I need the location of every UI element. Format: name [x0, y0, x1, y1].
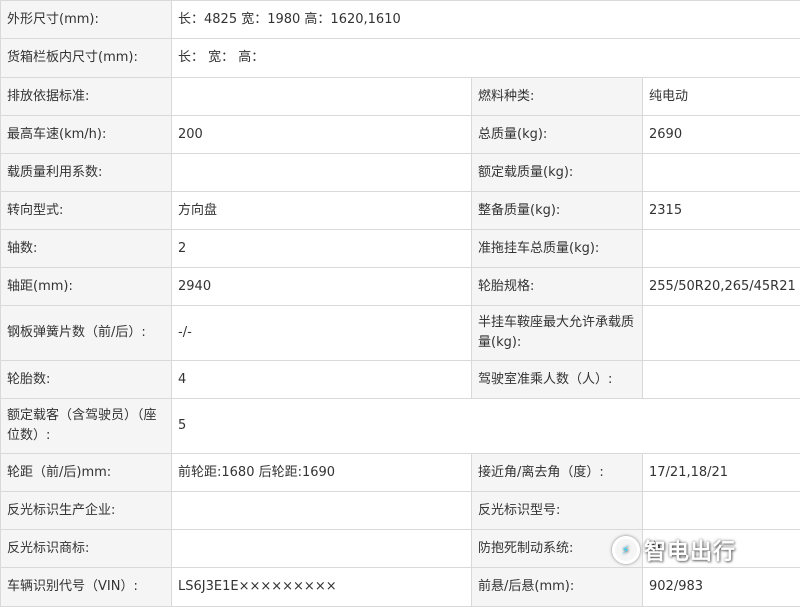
vehicle-spec-table: 外形尺寸(mm): 长：4825 宽：1980 高：1620,1610 货箱栏板…: [0, 0, 800, 607]
label-rated-load: 额定载质量(kg):: [472, 154, 643, 192]
value-curb-mass: 2315: [643, 192, 800, 230]
label-fuel-type: 燃料种类:: [472, 78, 643, 116]
label-leaf-springs: 钢板弹簧片数（前/后）:: [1, 306, 172, 361]
label-steering-type: 转向型式:: [1, 192, 172, 230]
value-saddle-load: [643, 306, 800, 361]
lightning-bolt-icon: ⚡: [612, 536, 640, 564]
value-approach-departure: 17/21,18/21: [643, 454, 800, 492]
spec-row-speed-mass: 最高车速(km/h): 200 总质量(kg): 2690: [1, 116, 800, 154]
value-track-width: 前轮距:1680 后轮距:1690: [172, 454, 472, 492]
spec-row-axles: 轴数: 2 准拖挂车总质量(kg):: [1, 230, 800, 268]
value-overhang: 902/983: [643, 568, 800, 607]
label-axle-count: 轴数:: [1, 230, 172, 268]
label-overhang: 前悬/后悬(mm):: [472, 568, 643, 607]
label-reflector-brand: 反光标识商标:: [1, 530, 172, 568]
label-reflector-model: 反光标识型号:: [472, 492, 643, 530]
value-cab-seats: [643, 361, 800, 399]
spec-row-steering: 转向型式: 方向盘 整备质量(kg): 2315: [1, 192, 800, 230]
value-tire-count: 4: [172, 361, 472, 399]
value-fuel-type: 纯电动: [643, 78, 800, 116]
value-tire-spec: 255/50R20,265/45R21: [643, 268, 800, 306]
label-total-mass: 总质量(kg):: [472, 116, 643, 154]
label-vin: 车辆识别代号（VIN）:: [1, 568, 172, 607]
watermark: ⚡ 智电出行: [612, 534, 736, 566]
value-reflector-maker: [172, 492, 472, 530]
spec-row-emission-fuel: 排放依据标准: 燃料种类: 纯电动: [1, 78, 800, 116]
label-max-speed: 最高车速(km/h):: [1, 116, 172, 154]
label-cargo-box-dimensions: 货箱栏板内尺寸(mm):: [1, 39, 172, 78]
value-reflector-model: [643, 492, 800, 530]
value-trailer-mass: [643, 230, 800, 268]
label-trailer-mass: 准拖挂车总质量(kg):: [472, 230, 643, 268]
label-tire-spec: 轮胎规格:: [472, 268, 643, 306]
spec-row-dimensions: 外形尺寸(mm): 长：4825 宽：1980 高：1620,1610: [1, 1, 800, 39]
value-rated-passengers: 5: [172, 399, 800, 454]
spec-row-load: 载质量利用系数: 额定载质量(kg):: [1, 154, 800, 192]
value-axle-count: 2: [172, 230, 472, 268]
value-total-mass: 2690: [643, 116, 800, 154]
value-outer-dimensions: 长：4825 宽：1980 高：1620,1610: [172, 1, 800, 39]
value-rated-load: [643, 154, 800, 192]
spec-row-tires: 轮胎数: 4 驾驶室准乘人数（人）:: [1, 361, 800, 399]
spec-row-reflector: 反光标识生产企业: 反光标识型号:: [1, 492, 800, 530]
spec-row-springs: 钢板弹簧片数（前/后）: -/- 半挂车鞍座最大允许承载质量(kg):: [1, 306, 800, 361]
label-rated-passengers: 额定载客（含驾驶员）（座位数）:: [1, 399, 172, 454]
value-steering-type: 方向盘: [172, 192, 472, 230]
label-reflector-maker: 反光标识生产企业:: [1, 492, 172, 530]
spec-row-track: 轮距（前/后)mm: 前轮距:1680 后轮距:1690 接近角/离去角（度）:…: [1, 454, 800, 492]
value-max-speed: 200: [172, 116, 472, 154]
label-outer-dimensions: 外形尺寸(mm):: [1, 1, 172, 39]
spec-row-vin: 车辆识别代号（VIN）: LS6J3E1E××××××××× 前悬/后悬(mm)…: [1, 568, 800, 607]
spec-row-cargo-box: 货箱栏板内尺寸(mm): 长： 宽： 高：: [1, 39, 800, 78]
spec-row-wheelbase: 轴距(mm): 2940 轮胎规格: 255/50R20,265/45R21: [1, 268, 800, 306]
label-approach-departure: 接近角/离去角（度）:: [472, 454, 643, 492]
label-saddle-load: 半挂车鞍座最大允许承载质量(kg):: [472, 306, 643, 361]
label-load-utilization: 载质量利用系数:: [1, 154, 172, 192]
value-emission-standard: [172, 78, 472, 116]
label-curb-mass: 整备质量(kg):: [472, 192, 643, 230]
label-cab-seats: 驾驶室准乘人数（人）:: [472, 361, 643, 399]
watermark-text: 智电出行: [644, 534, 736, 566]
label-wheelbase: 轴距(mm):: [1, 268, 172, 306]
value-load-utilization: [172, 154, 472, 192]
value-leaf-springs: -/-: [172, 306, 472, 361]
value-wheelbase: 2940: [172, 268, 472, 306]
label-emission-standard: 排放依据标准:: [1, 78, 172, 116]
value-reflector-brand: [172, 530, 472, 568]
label-tire-count: 轮胎数:: [1, 361, 172, 399]
spec-row-passengers: 额定载客（含驾驶员）（座位数）: 5: [1, 399, 800, 454]
value-cargo-box-dimensions: 长： 宽： 高：: [172, 39, 800, 78]
label-track-width: 轮距（前/后)mm:: [1, 454, 172, 492]
value-vin: LS6J3E1E×××××××××: [172, 568, 472, 607]
